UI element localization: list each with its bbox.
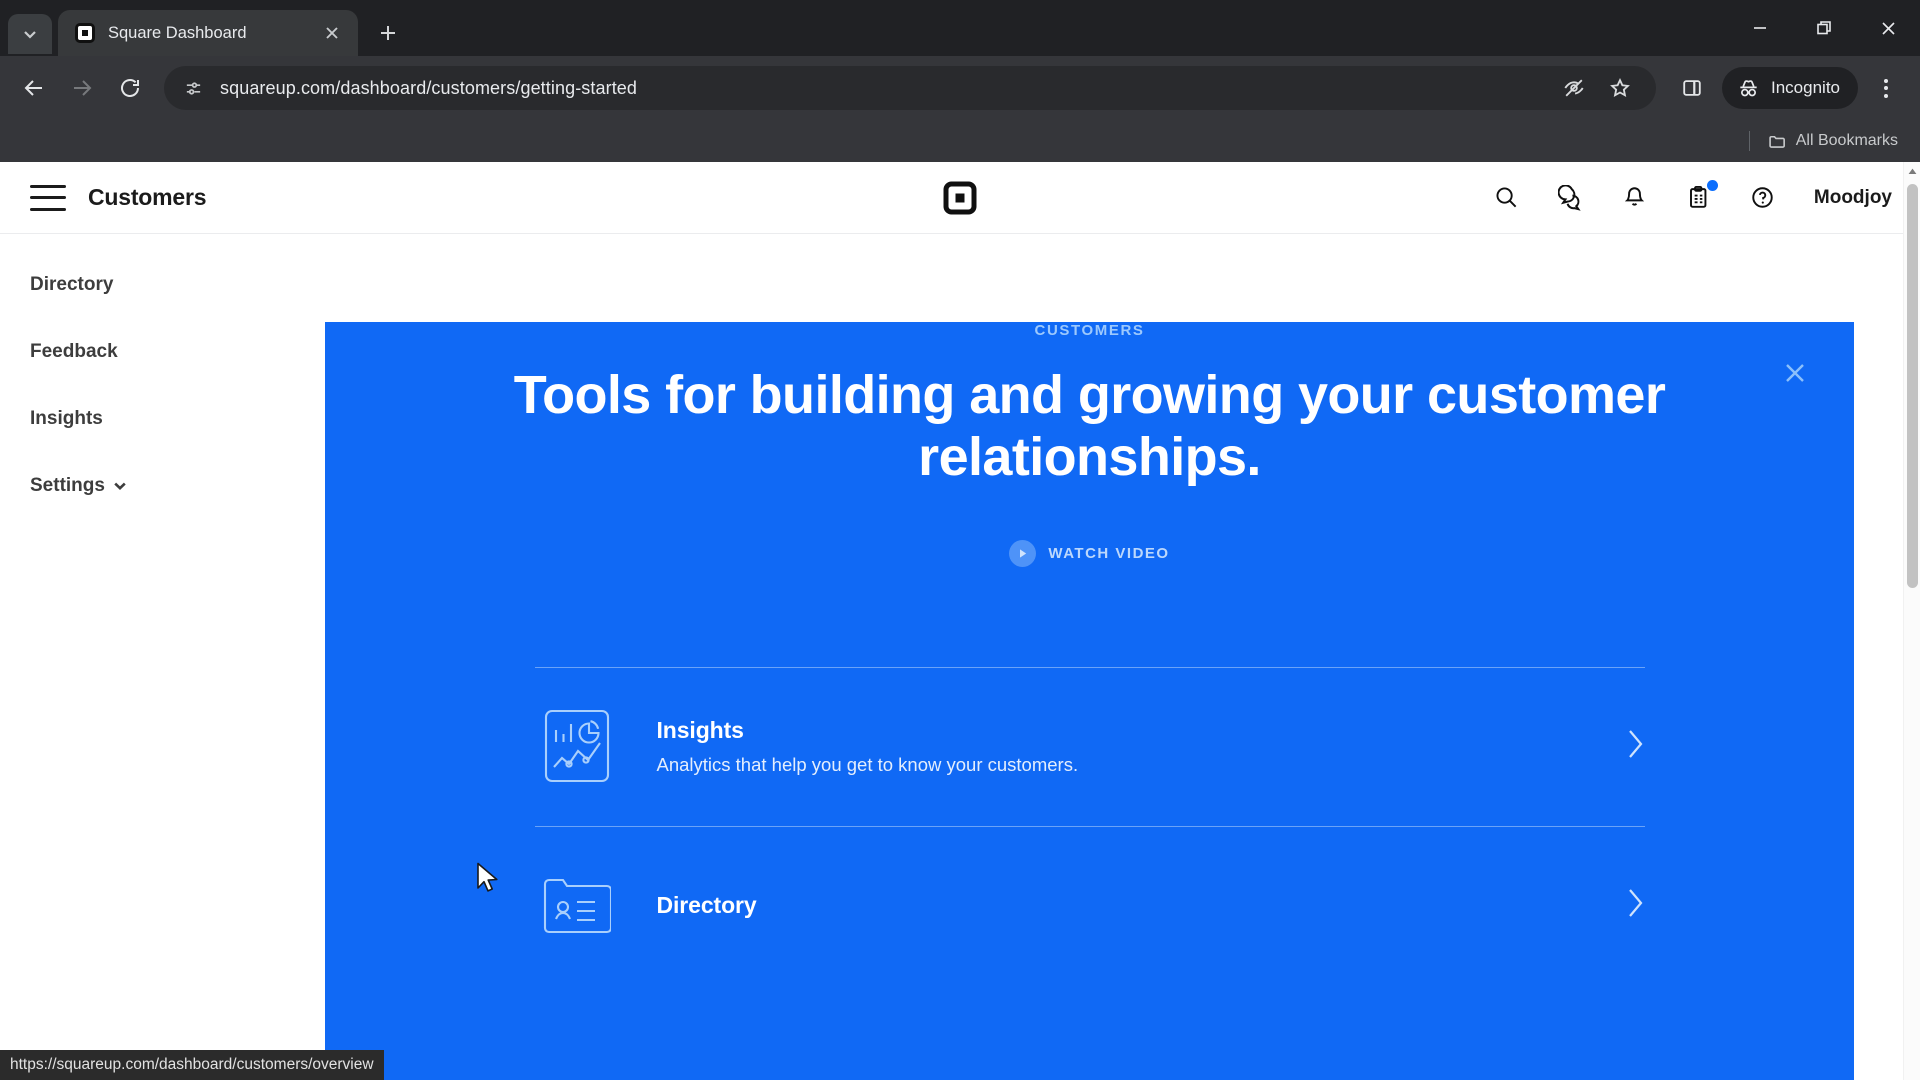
page-settings-icon [186, 81, 200, 95]
close-icon [1881, 21, 1895, 35]
chevron-right-icon[interactable] [1625, 728, 1645, 765]
folder-icon [1769, 135, 1785, 148]
tracking-protection-button[interactable] [1552, 66, 1596, 110]
notifications-bell-icon[interactable] [1618, 181, 1652, 215]
hero-eyebrow: CUSTOMERS [1034, 322, 1145, 339]
hero-close-button[interactable] [1778, 356, 1812, 390]
side-panel-icon [1683, 80, 1701, 96]
chevron-right-icon[interactable] [1625, 887, 1645, 924]
directory-folder-contact-icon [535, 863, 619, 947]
divider [1748, 131, 1750, 151]
tab-search-button[interactable] [8, 14, 52, 54]
hero-banner: CUSTOMERS Tools for building and growing… [325, 322, 1854, 1080]
forward-button[interactable] [60, 66, 104, 110]
profile-chip[interactable]: Incognito [1722, 67, 1858, 109]
tab-title: Square Dashboard [108, 23, 247, 42]
star-icon [1610, 77, 1630, 98]
page-viewport: Customers Moodjoy Directory Feedback Ins… [0, 162, 1920, 1080]
hero-item-text: Insights Analytics that help you get to … [657, 717, 1587, 776]
search-icon[interactable] [1490, 181, 1524, 215]
app-header: Customers Moodjoy [0, 162, 1920, 234]
page-scrollbar[interactable] [1903, 162, 1920, 1080]
close-icon [326, 27, 338, 39]
hero-item-text: Directory [657, 892, 1587, 919]
arrow-right-icon [74, 80, 92, 96]
plus-icon [381, 26, 395, 40]
tab-close-button[interactable] [318, 19, 346, 47]
sidebar-item-label: Settings [30, 475, 105, 496]
sidebar-item-label: Feedback [30, 341, 118, 362]
insights-analytics-icon [535, 704, 619, 788]
app-header-actions: Moodjoy [1490, 179, 1892, 215]
status-bar-url: https://squareup.com/dashboard/customers… [0, 1050, 384, 1080]
close-icon [1786, 364, 1804, 382]
sidebar-item-directory[interactable]: Directory [30, 274, 325, 296]
square-logo-icon [943, 181, 977, 214]
messages-icon[interactable] [1554, 181, 1588, 215]
main-content: CUSTOMERS Tools for building and growing… [325, 234, 1920, 1080]
sidebar-item-feedback[interactable]: Feedback [30, 341, 325, 363]
tab-strip: Square Dashboard [0, 0, 1920, 56]
browser-window: Square Dashboard squareup.com/dashboard/… [0, 0, 1920, 1080]
hero-title: Tools for building and growing your cust… [513, 365, 1666, 487]
new-tab-button[interactable] [368, 13, 408, 53]
back-button[interactable] [12, 66, 56, 110]
square-logo-icon [74, 22, 96, 44]
close-window-button[interactable] [1856, 0, 1920, 56]
window-controls [1728, 0, 1920, 56]
hero-item-title: Directory [656, 891, 757, 918]
eye-off-icon [1564, 79, 1584, 97]
play-icon [1009, 540, 1037, 568]
hero-item-description: Analytics that help you get to know your… [656, 753, 1079, 775]
incognito-hat-icon [1740, 79, 1757, 96]
user-menu[interactable]: Moodjoy [1814, 187, 1892, 209]
watch-video-button[interactable]: WATCH VIDEO [425, 540, 1754, 568]
hero-item-directory[interactable]: Directory [535, 827, 1645, 985]
status-url-text: https://squareup.com/dashboard/customers… [10, 1056, 374, 1073]
sidebar-item-label: Insights [30, 408, 103, 429]
arrow-left-icon [24, 80, 42, 96]
three-dots-icon [1884, 78, 1888, 83]
sidebar-item-settings[interactable]: Settings [30, 475, 325, 497]
all-bookmarks-label: All Bookmarks [1795, 132, 1898, 149]
maximize-button[interactable] [1792, 0, 1856, 56]
url-text: squareup.com/dashboard/customers/getting… [220, 77, 638, 98]
page-title: Customers [88, 184, 207, 210]
minimize-icon [1754, 27, 1766, 29]
omnibox-actions [1552, 66, 1642, 110]
hero-item-insights[interactable]: Insights Analytics that help you get to … [535, 668, 1645, 826]
scroll-up-arrow[interactable] [1904, 162, 1920, 180]
bookmark-button[interactable] [1598, 66, 1642, 110]
hero-item-title: Insights [656, 716, 744, 743]
sidebar-item-insights[interactable]: Insights [30, 408, 325, 430]
address-bar[interactable]: squareup.com/dashboard/customers/getting… [164, 66, 1656, 110]
browser-tab[interactable]: Square Dashboard [58, 10, 358, 56]
all-bookmarks-button[interactable]: All Bookmarks [1760, 128, 1906, 155]
chevron-down-icon [114, 482, 126, 491]
hero-feature-list: Insights Analytics that help you get to … [534, 667, 1645, 985]
sidebar-item-label: Directory [30, 274, 114, 295]
reload-icon [121, 79, 139, 97]
chevron-down-icon [24, 31, 36, 39]
chevron-up-icon [1908, 168, 1916, 174]
sidebar: Directory Feedback Insights Settings [0, 234, 325, 1080]
restore-icon [1816, 20, 1831, 34]
reload-button[interactable] [108, 66, 152, 110]
bookmarks-bar: All Bookmarks [0, 120, 1920, 162]
status-badge [1706, 179, 1718, 191]
toolbar-right: Incognito [1670, 66, 1908, 110]
profile-label: Incognito [1771, 78, 1840, 97]
minimize-button[interactable] [1728, 0, 1792, 56]
tasks-clipboard-icon[interactable] [1682, 179, 1718, 215]
help-icon[interactable] [1746, 181, 1780, 215]
site-info-button[interactable] [178, 73, 208, 103]
browser-menu-button[interactable] [1864, 66, 1908, 110]
side-panel-button[interactable] [1670, 66, 1714, 110]
scrollbar-thumb[interactable] [1907, 184, 1918, 588]
hamburger-icon[interactable] [30, 184, 66, 211]
browser-toolbar: squareup.com/dashboard/customers/getting… [0, 56, 1920, 120]
watch-video-label: WATCH VIDEO [1048, 545, 1170, 563]
app-body: Directory Feedback Insights Settings CUS… [0, 234, 1920, 1080]
